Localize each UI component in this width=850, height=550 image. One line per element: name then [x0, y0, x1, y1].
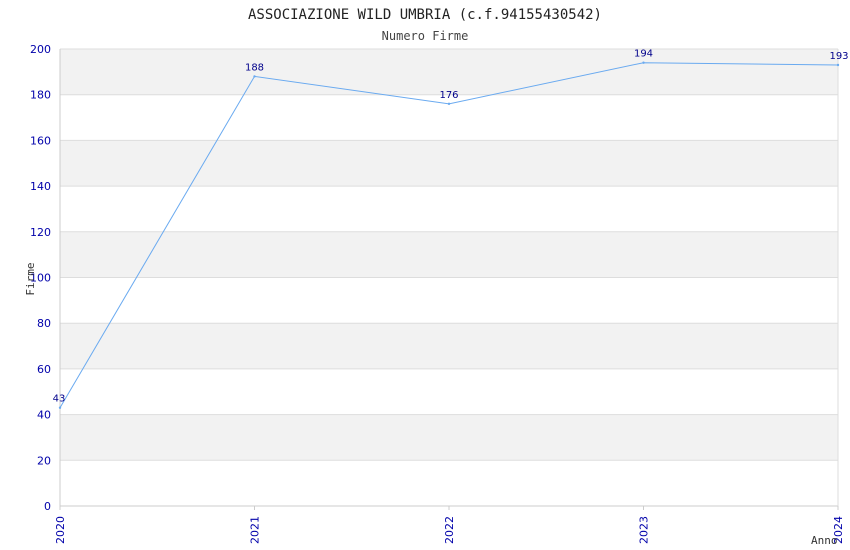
y-tick-label: 180 [30, 89, 51, 102]
y-tick-label: 40 [37, 409, 51, 422]
plot-band [60, 49, 838, 95]
x-tick-label: 2020 [54, 516, 67, 544]
y-tick-label: 80 [37, 317, 51, 330]
data-label: 194 [634, 49, 653, 60]
data-label: 176 [439, 90, 458, 101]
data-point [447, 102, 451, 106]
plot-band [60, 140, 838, 187]
data-point [642, 61, 645, 64]
y-tick-label: 0 [44, 500, 51, 513]
x-tick-label: 2021 [249, 516, 262, 544]
plot-bands [60, 49, 838, 461]
x-tick-labels: 2020 2021 2022 2023 2024 [54, 516, 845, 544]
y-axis-label: Firme [24, 262, 37, 295]
data-label: 188 [245, 62, 264, 73]
data-label: 43 [53, 394, 66, 405]
plot-band [60, 231, 838, 278]
x-axis-label: Anno [811, 534, 838, 547]
y-tick-label: 120 [30, 226, 51, 239]
y-tick-label: 160 [30, 134, 51, 147]
chart: 020406080100120140160180200 2020 2021 2022… [24, 7, 849, 547]
y-tick-label: 200 [30, 43, 51, 56]
y-tick-label: 20 [37, 454, 51, 467]
plot-band [60, 323, 838, 369]
data-point [58, 406, 62, 409]
y-tick-label: 60 [37, 363, 51, 376]
chart-title: ASSOCIAZIONE WILD UMBRIA (c.f.9415543054… [248, 7, 602, 23]
x-tick-label: 2023 [638, 516, 651, 544]
chart-subtitle: Numero Firme [382, 29, 469, 43]
data-point [836, 63, 840, 67]
y-tick-label: 140 [30, 180, 51, 193]
x-tick-label: 2022 [443, 516, 456, 544]
data-label: 193 [829, 51, 848, 62]
data-point [253, 75, 256, 78]
plot-band [60, 414, 838, 461]
